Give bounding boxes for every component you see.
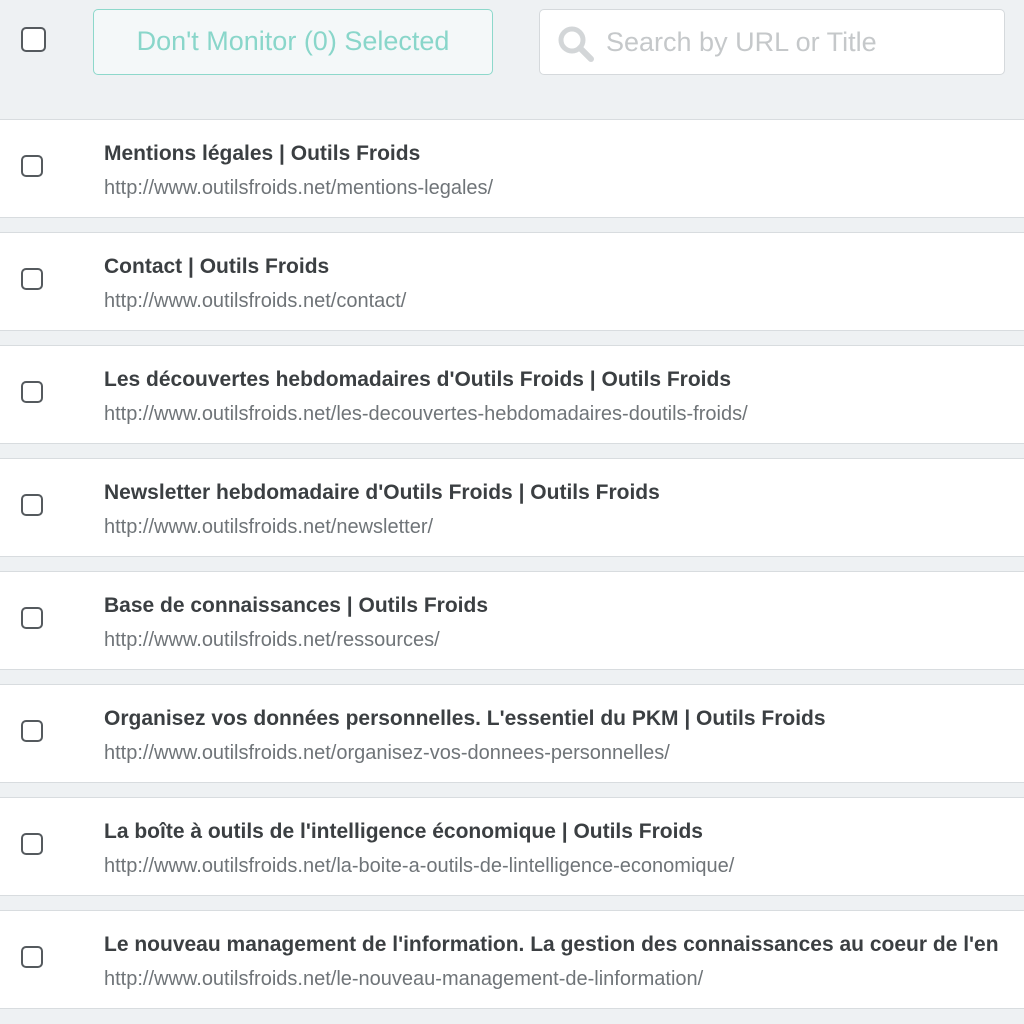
page-title: Contact | Outils Froids xyxy=(104,255,330,278)
page-url: http://www.outilsfroids.net/mentions-leg… xyxy=(104,177,494,199)
select-all-checkbox[interactable] xyxy=(21,27,46,52)
page-url: http://www.outilsfroids.net/les-decouver… xyxy=(104,403,748,425)
search-input[interactable] xyxy=(606,18,986,66)
page-title: La boîte à outils de l'intelligence écon… xyxy=(104,820,703,843)
row-checkbox[interactable] xyxy=(21,720,43,742)
list-item[interactable]: La boîte à outils de l'intelligence écon… xyxy=(0,797,1024,896)
list-item[interactable]: Base de connaissances | Outils Froids ht… xyxy=(0,571,1024,670)
row-checkbox[interactable] xyxy=(21,381,43,403)
list-item[interactable]: Les découvertes hebdomadaires d'Outils F… xyxy=(0,345,1024,444)
dont-monitor-button[interactable]: Don't Monitor (0) Selected xyxy=(93,9,493,75)
page-title: Newsletter hebdomadaire d'Outils Froids … xyxy=(104,481,660,504)
search-icon xyxy=(558,26,594,62)
list-item[interactable]: Newsletter hebdomadaire d'Outils Froids … xyxy=(0,458,1024,557)
page-title: Mentions légales | Outils Froids xyxy=(104,142,421,165)
page-title: Les découvertes hebdomadaires d'Outils F… xyxy=(104,368,732,391)
list-item[interactable]: Mentions légales | Outils Froids http://… xyxy=(0,119,1024,218)
list-item[interactable]: Le nouveau management de l'information. … xyxy=(0,910,1024,1009)
list-item[interactable]: Contact | Outils Froids http://www.outil… xyxy=(0,232,1024,331)
search-box[interactable] xyxy=(539,9,1005,75)
page-url: http://www.outilsfroids.net/ressources/ xyxy=(104,629,440,651)
row-checkbox[interactable] xyxy=(21,946,43,968)
row-checkbox[interactable] xyxy=(21,268,43,290)
toolbar: Don't Monitor (0) Selected xyxy=(0,0,1024,119)
page-title: Le nouveau management de l'information. … xyxy=(104,933,999,956)
page-url: http://www.outilsfroids.net/newsletter/ xyxy=(104,516,434,538)
page-url: http://www.outilsfroids.net/le-nouveau-m… xyxy=(104,968,704,990)
row-checkbox[interactable] xyxy=(21,494,43,516)
page-title: Base de connaissances | Outils Froids xyxy=(104,594,489,617)
row-checkbox[interactable] xyxy=(21,833,43,855)
row-checkbox[interactable] xyxy=(21,155,43,177)
page-title: Organisez vos données personnelles. L'es… xyxy=(104,707,826,730)
row-checkbox[interactable] xyxy=(21,607,43,629)
list-item[interactable]: Organisez vos données personnelles. L'es… xyxy=(0,684,1024,783)
page-url: http://www.outilsfroids.net/la-boite-a-o… xyxy=(104,855,735,877)
page-url: http://www.outilsfroids.net/organisez-vo… xyxy=(104,742,670,764)
page-url: http://www.outilsfroids.net/contact/ xyxy=(104,290,407,312)
